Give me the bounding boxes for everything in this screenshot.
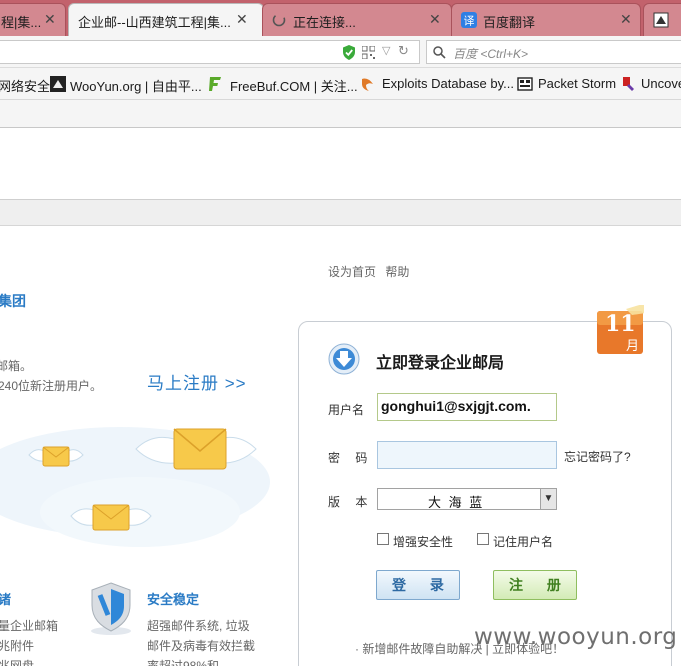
flying-envelope-icon [70,504,152,531]
tab-title: 正在连接... [293,15,356,30]
uncover-icon [623,77,634,91]
tab-close-icon[interactable]: ✕ [236,11,248,28]
bookmark-item[interactable]: Uncove [641,76,681,91]
page-nav-strip [0,200,681,226]
feature-text: 兆附件 [0,639,35,653]
watermark: www.wooyun.org [474,624,678,650]
search-placeholder: 百度 <Ctrl+K> [453,47,529,61]
bookmark-item[interactable]: Exploits Database by... [382,76,514,91]
company-brand: 集团 [0,293,26,309]
set-homepage-link[interactable]: 设为首页 [328,265,376,279]
bookmark-item[interactable]: WooYun.org | 自由平... [70,76,202,95]
security-label: 增强安全性 [393,535,454,549]
username-label: 用户名 [328,403,365,417]
tab-5[interactable] [643,3,681,36]
wooyun-icon [50,76,66,92]
tab-3[interactable]: 正在连接... ✕ [262,3,452,36]
password-input[interactable] [377,441,557,469]
chevron-down-icon[interactable]: ▼ [540,489,556,509]
tab-close-icon[interactable]: ✕ [429,11,441,28]
security-checkbox[interactable] [377,533,389,545]
baidu-translate-icon: 译 [461,12,477,28]
page-header-area [0,128,681,200]
freebuf-icon [209,77,221,91]
svg-text:译: 译 [464,15,475,28]
shield-check-icon[interactable] [342,45,356,60]
login-button[interactable]: 登 录 [376,570,460,600]
address-bar: ▽ ↻ 百度 <Ctrl+K> [0,36,681,68]
calendar-number: 11 [605,311,636,337]
tab-strip: 程|集... ✕ 企业邮--山西建筑工程|集... ✕ 正在连接... ✕ 译 … [0,0,681,36]
top-nav: 设为首页 帮助 [328,263,415,280]
search-icon [433,46,446,59]
remember-checkbox[interactable] [477,533,489,545]
loading-icon [272,13,286,27]
tab-1[interactable]: 程|集... ✕ [0,3,66,36]
register-button[interactable]: 注 册 [493,570,577,600]
login-panel: 立即登录企业邮局 用户名 gonghui1@sxjgjt.com. 密 码 忘记… [298,321,672,666]
login-title: 立即登录企业邮局 [376,355,505,372]
bookmarks-bar: 网络安全 WooYun.org | 自由平... FreeBuf.COM | 关… [0,68,681,100]
calendar-unit: 月 [626,338,640,353]
feature-text: 邮件及病毒有效拦截 [147,639,256,653]
help-link[interactable]: 帮助 [385,265,409,279]
username-input[interactable]: gonghui1@sxjgjt.com. [377,393,557,421]
feature-text: 量企业邮箱 [0,619,59,633]
mail-login-page: 设为首页 帮助 集团 邮箱。 240位新注册用户。 马上注册 >> 诸 量企业邮… [0,227,681,666]
tab-close-icon[interactable]: ✕ [620,11,632,28]
flying-envelope-icon [28,446,84,467]
flying-envelope-icon [135,428,257,470]
signup-link[interactable]: 马上注册 >> [147,369,247,394]
feature-text: 兆网盘 [0,659,35,666]
shield-icon [91,582,131,635]
bookmark-item[interactable]: Packet Storm [538,76,616,91]
feature-text: 率超过98%和 [147,659,220,666]
download-arrow-icon [328,343,360,375]
tab-close-icon[interactable]: ✕ [44,11,56,28]
promo-text: 240位新注册用户。 [0,379,103,393]
exploit-db-icon [362,78,373,91]
tab-title: 百度翻译 [483,15,536,30]
tab-2-active[interactable]: 企业邮--山西建筑工程|集... ✕ [68,3,264,36]
tab-4[interactable]: 译 百度翻译 ✕ [451,3,641,36]
bookmark-item[interactable]: 网络安全 [0,76,50,95]
feature-title: 诸 [0,592,12,607]
site-icon [653,12,669,28]
forgot-password-link[interactable]: 忘记密码了? [564,448,631,465]
search-input[interactable]: 百度 <Ctrl+K> [426,40,681,64]
feature-text: 超强邮件系统, 垃圾 [147,619,250,633]
calendar-icon: 11 月 [596,303,646,355]
remember-label: 记住用户名 [493,535,554,549]
toolbar-band [0,100,681,128]
tab-title: 程|集... [1,15,42,30]
promo-text: 邮箱。 [0,359,33,373]
qr-code-icon[interactable] [362,46,375,59]
reload-icon[interactable]: ↻ [398,43,409,59]
version-select[interactable]: 大 海 蓝 ▼ [377,488,557,510]
password-label: 密 码 [328,451,374,465]
version-label: 版 本 [328,495,374,509]
url-input[interactable]: ▽ ↻ [0,40,420,64]
version-value: 大 海 蓝 [428,495,485,510]
feature-title: 安全稳定 [147,592,200,607]
bookmark-item[interactable]: FreeBuf.COM | 关注... [230,76,358,95]
packet-storm-icon [517,77,533,91]
dropdown-arrow-icon[interactable]: ▽ [382,44,390,57]
tab-title: 企业邮--山西建筑工程|集... [78,15,231,30]
